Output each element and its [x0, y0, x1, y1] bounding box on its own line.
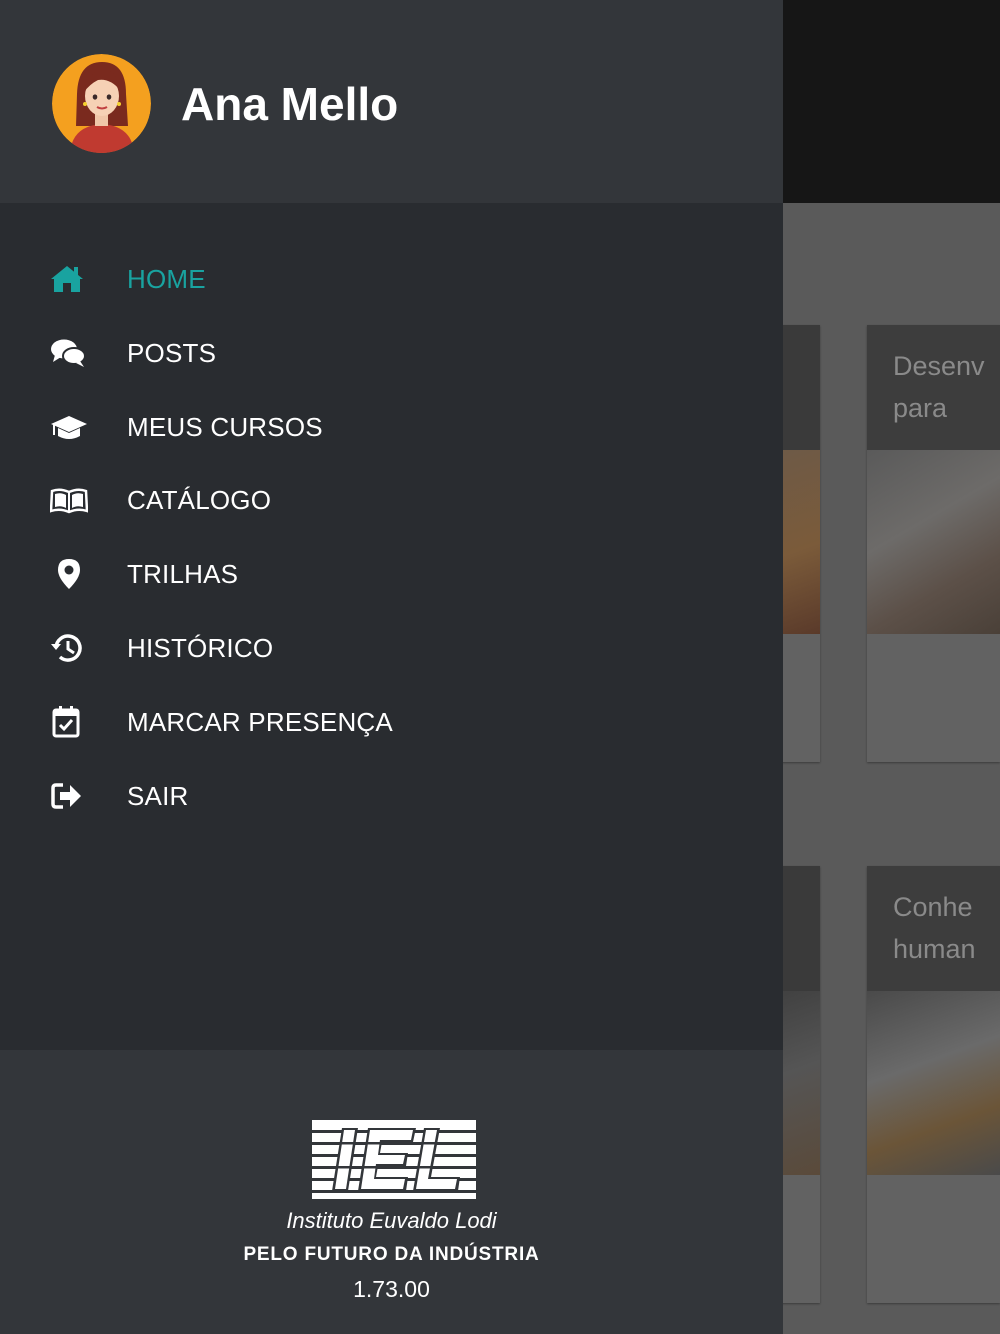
- avatar[interactable]: [52, 54, 151, 153]
- course-card[interactable]: Conhe human: [867, 866, 1000, 1303]
- app-version: 1.73.00: [353, 1276, 430, 1302]
- menu-item-sair[interactable]: SAIR: [0, 759, 783, 833]
- menu-item-home[interactable]: HOME: [0, 242, 783, 316]
- iel-logo: [312, 1120, 476, 1199]
- user-name: Ana Mello: [181, 78, 399, 130]
- tagline: PELO FUTURO DA INDÚSTRIA: [243, 1244, 540, 1265]
- drawer-header: Ana Mello: [0, 0, 783, 203]
- menu-item-label: MEUS CURSOS: [127, 411, 323, 442]
- drawer-menu: HOME POSTS MEUS CURSOS CATÁLOGO TRILHAS …: [0, 242, 783, 832]
- sign-out-icon: [50, 779, 88, 813]
- menu-item-posts[interactable]: POSTS: [0, 316, 783, 390]
- graduation-cap-icon: [50, 410, 88, 444]
- calendar-check-icon: [50, 705, 88, 739]
- menu-item-label: POSTS: [127, 337, 217, 368]
- course-card-title: Desenv para: [893, 351, 985, 423]
- menu-item-label: MARCAR PRESENÇA: [127, 706, 393, 737]
- home-icon: [50, 262, 88, 296]
- history-icon: [50, 631, 88, 665]
- chat-bubbles-icon: [50, 336, 88, 370]
- navigation-drawer: Ana Mello HOME POSTS MEUS CURSOS CATÁLOG…: [0, 0, 783, 1334]
- drawer-footer: Instituto Euvaldo Lodi PELO FUTURO DA IN…: [0, 1050, 783, 1334]
- course-card-title: Conhe human: [893, 892, 976, 964]
- menu-item-label: CATÁLOGO: [127, 485, 272, 516]
- menu-item-trilhas[interactable]: TRILHAS: [0, 537, 783, 611]
- menu-item-label: HOME: [127, 264, 206, 294]
- menu-item-label: TRILHAS: [127, 559, 239, 590]
- logo-subtitle: Instituto Euvaldo Lodi: [286, 1208, 497, 1233]
- menu-item-label: SAIR: [127, 780, 189, 811]
- open-book-icon: [50, 483, 88, 517]
- menu-item-historico[interactable]: HISTÓRICO: [0, 611, 783, 685]
- menu-item-marcar-presenca[interactable]: MARCAR PRESENÇA: [0, 685, 783, 759]
- map-pin-icon: [50, 557, 88, 591]
- menu-item-meus-cursos[interactable]: MEUS CURSOS: [0, 390, 783, 464]
- menu-item-catalogo[interactable]: CATÁLOGO: [0, 463, 783, 537]
- course-card[interactable]: Desenv para: [867, 325, 1000, 762]
- menu-item-label: HISTÓRICO: [127, 632, 274, 663]
